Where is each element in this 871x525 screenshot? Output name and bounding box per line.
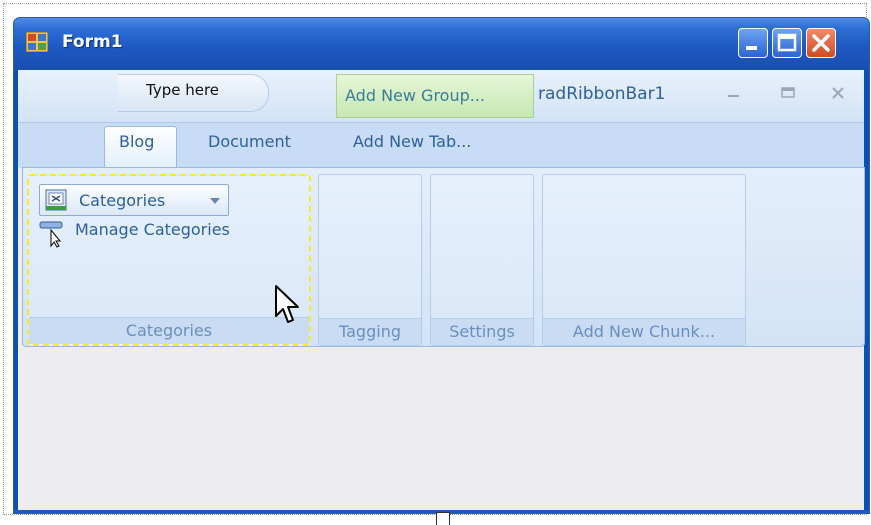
tab-document[interactable]: Document	[208, 132, 291, 151]
ribbon-caption: radRibbonBar1	[538, 84, 666, 104]
close-button[interactable]	[806, 28, 836, 58]
group-label-categories: Categories	[29, 317, 309, 344]
group-settings[interactable]: Settings	[430, 174, 534, 346]
mouse-cursor-icon	[275, 285, 299, 323]
manage-categories-button[interactable]: Manage Categories	[75, 220, 230, 239]
title-bar[interactable]: Form1	[14, 18, 869, 70]
quick-access-placeholder[interactable]: Type here	[146, 81, 219, 99]
ribbon-close-icon[interactable]	[828, 84, 848, 102]
maximize-icon	[777, 33, 797, 52]
category-icon	[45, 189, 67, 211]
categories-dropdown[interactable]: Categories	[39, 184, 229, 216]
group-add-new-chunk[interactable]: Add New Chunk...	[542, 174, 746, 346]
categories-dropdown-label: Categories	[79, 191, 166, 210]
close-icon	[812, 34, 830, 52]
minimize-icon	[746, 46, 757, 50]
form-icon	[26, 32, 48, 52]
tab-blog[interactable]: Blog	[119, 132, 154, 151]
group-label-settings: Settings	[431, 318, 533, 345]
maximize-button[interactable]	[772, 28, 802, 58]
group-label-add-new-chunk: Add New Chunk...	[543, 318, 745, 345]
tab-add-new-tab[interactable]: Add New Tab...	[353, 132, 471, 151]
form-client-area: Type here Add New Group... radRibbonBar1…	[18, 70, 865, 510]
group-label-tagging: Tagging	[319, 318, 421, 345]
chevron-down-icon	[210, 198, 220, 204]
manage-categories-icon[interactable]	[39, 220, 65, 248]
form-window: Form1 Type here Add New Group... radRibb…	[13, 17, 870, 514]
resize-handle[interactable]	[436, 512, 450, 525]
group-tagging[interactable]: Tagging	[318, 174, 422, 346]
window-title: Form1	[62, 32, 123, 52]
add-new-group-label: Add New Group...	[345, 86, 486, 105]
ribbon-maximize-icon[interactable]	[778, 84, 798, 102]
ribbon-minimize-icon[interactable]	[724, 84, 744, 102]
minimize-button[interactable]	[738, 28, 768, 58]
add-new-group-button[interactable]: Add New Group...	[336, 74, 534, 118]
